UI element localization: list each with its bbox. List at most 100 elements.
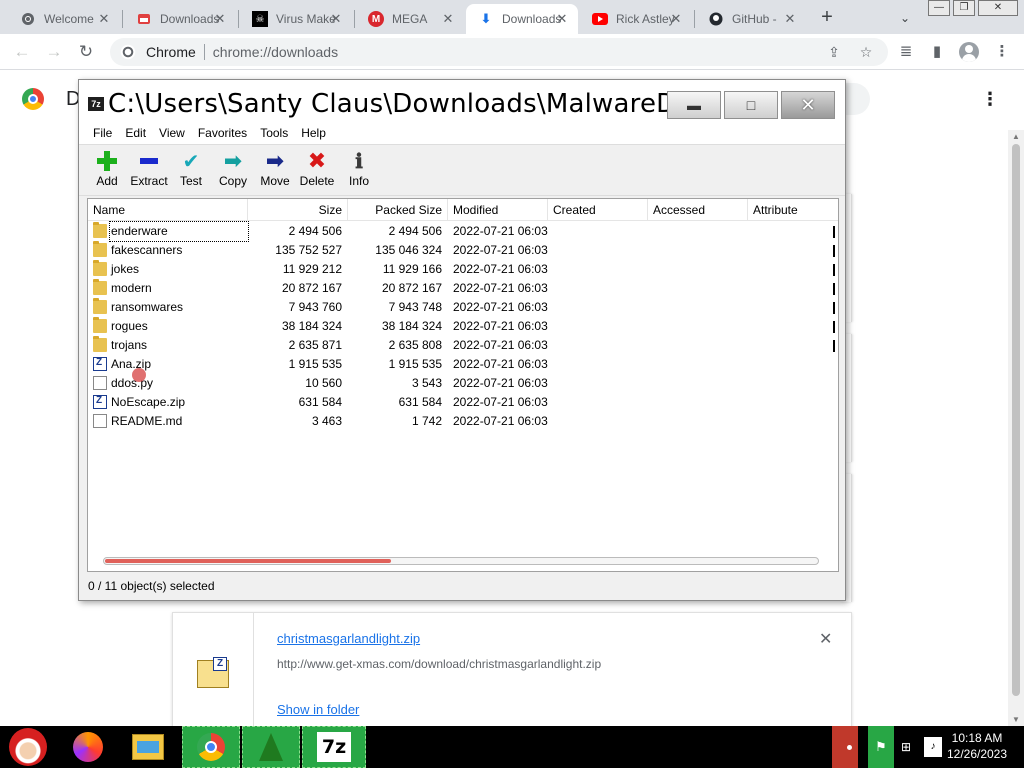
tab-search-chevron-icon[interactable]: ⌄: [893, 6, 917, 30]
table-row[interactable]: ransomwares 7 943 760 7 943 748 2022-07-21 …: [88, 298, 838, 317]
system-clock[interactable]: 10:18 AM 12/26/2023: [946, 730, 1008, 762]
table-row[interactable]: modern 20 872 167 20 872 167 2022-07-21 06:…: [88, 279, 838, 298]
reload-icon[interactable]: ↻: [74, 40, 98, 64]
start-button[interactable]: [4, 726, 52, 768]
table-row[interactable]: NoEscape.zip 631 584 631 584 2022-07-21 06:…: [88, 393, 838, 412]
back-arrow-icon[interactable]: ←: [10, 40, 34, 64]
add-button[interactable]: Add: [85, 149, 129, 193]
test-check-icon: ✔: [182, 150, 200, 173]
tab-close-icon[interactable]: ✕: [668, 11, 684, 27]
move-button[interactable]: ➡ Move: [253, 148, 297, 193]
folder-icon: [93, 260, 107, 276]
copy-button[interactable]: ➡ Copy: [211, 148, 255, 193]
tab-close-icon[interactable]: ✕: [328, 11, 344, 27]
tab-welcome[interactable]: Welcome ✕: [8, 4, 120, 34]
show-in-folder-link[interactable]: Show in folder: [277, 702, 359, 717]
github-icon: [708, 11, 724, 27]
horizontal-scrollbar[interactable]: [103, 557, 819, 565]
tab-label: Virus Maker: [276, 12, 336, 26]
menu-tools[interactable]: Tools: [260, 126, 288, 140]
table-row[interactable]: jokes 11 929 212 11 929 166 2022-07-21 06:0…: [88, 260, 838, 279]
taskbar-file-explorer[interactable]: [122, 726, 174, 768]
column-size[interactable]: Size: [248, 199, 348, 221]
table-row[interactable]: rogues 38 184 324 38 184 324 2022-07-21 06:…: [88, 317, 838, 336]
extract-button[interactable]: Extract: [127, 149, 171, 193]
taskbar-firefox[interactable]: [62, 726, 114, 768]
status-bar: 0 / 11 object(s) selected: [88, 579, 215, 593]
table-row[interactable]: fakescanners 135 752 527 135 046 324 2022-0…: [88, 241, 838, 260]
close-button[interactable]: ✕: [781, 91, 835, 119]
file-explorer-icon: [132, 734, 164, 760]
tab-github[interactable]: GitHub - ✕: [696, 4, 806, 34]
tab-close-icon[interactable]: ✕: [554, 11, 570, 27]
tab-rick-astley[interactable]: Rick Astley ✕: [580, 4, 692, 34]
tab-close-icon[interactable]: ✕: [782, 11, 798, 27]
tab-virus-maker[interactable]: ☠ Virus Maker ✕: [240, 4, 352, 34]
column-created[interactable]: Created: [548, 199, 648, 221]
menu-help[interactable]: Help: [301, 126, 326, 140]
santa-icon: [9, 728, 47, 766]
attribute-cell: [833, 340, 835, 352]
tab-downloads-1[interactable]: Downloads ✕: [124, 4, 236, 34]
table-row[interactable]: enderware 2 494 506 2 494 506 2022-07-21 06…: [88, 221, 838, 242]
download-item: Z christmasgarlandlight.zip http://www.g…: [172, 612, 852, 733]
downloads-menu-icon[interactable]: ⋮: [980, 87, 1000, 111]
menu-kebab-icon[interactable]: ⋮: [992, 42, 1012, 62]
taskbar-chrome[interactable]: [182, 726, 240, 768]
info-button[interactable]: ℹ Info: [337, 149, 381, 193]
media-control-icon[interactable]: ≣: [896, 42, 916, 62]
tray-network-icon[interactable]: ⊞: [896, 726, 916, 768]
menu-view[interactable]: View: [159, 126, 185, 140]
tab-close-icon[interactable]: ✕: [212, 11, 228, 27]
menu-edit[interactable]: Edit: [125, 126, 146, 140]
tray-red-indicator[interactable]: [832, 726, 858, 768]
column-name[interactable]: Name: [88, 199, 248, 221]
table-row[interactable]: README.md 3 463 1 742 2022-07-21 06:03: [88, 412, 838, 431]
address-bar[interactable]: Chrome chrome://downloads ⇪ ☆: [110, 38, 888, 66]
share-icon[interactable]: ⇪: [824, 42, 844, 62]
taskbar-7zip[interactable]: 7z: [302, 726, 366, 768]
delete-button[interactable]: ✖ Delete: [295, 148, 339, 193]
tab-mega[interactable]: M MEGA ✕: [356, 4, 464, 34]
column-packed-size[interactable]: Packed Size: [348, 199, 448, 221]
tab-close-icon[interactable]: ✕: [96, 11, 112, 27]
bookmark-star-icon[interactable]: ☆: [856, 42, 876, 62]
profile-avatar-icon[interactable]: [959, 42, 979, 62]
taskbar-christmas-tree[interactable]: [242, 726, 300, 768]
scrollbar-thumb[interactable]: [105, 559, 391, 563]
folder-icon: [93, 298, 107, 314]
copy-arrow-icon: ➡: [223, 148, 243, 173]
page-scrollbar[interactable]: ▲ ▼: [1008, 130, 1024, 726]
window-restore-icon[interactable]: ❐: [953, 0, 975, 16]
7zip-app-icon: 7z: [88, 97, 104, 111]
column-modified[interactable]: Modified: [448, 199, 548, 221]
file-icon: [93, 414, 107, 428]
address-url[interactable]: chrome://downloads: [213, 44, 338, 60]
window-close-icon[interactable]: ✕: [978, 0, 1018, 16]
table-row[interactable]: ddos.py 10 560 3 543 2022-07-21 06:03: [88, 374, 838, 393]
clock-time: 10:18 AM: [951, 731, 1003, 745]
new-tab-icon[interactable]: +: [815, 6, 839, 30]
column-accessed[interactable]: Accessed: [648, 199, 748, 221]
tray-volume-icon[interactable]: ♪: [922, 726, 944, 768]
download-file-link[interactable]: christmasgarlandlight.zip: [277, 631, 420, 646]
table-row[interactable]: trojans 2 635 871 2 635 808 2022-07-21 06:0…: [88, 336, 838, 355]
side-panel-icon[interactable]: ▮: [927, 42, 947, 62]
tab-downloads-active[interactable]: ⬇ Downloads ✕: [466, 4, 578, 34]
menu-favorites[interactable]: Favorites: [198, 126, 247, 140]
7zip-title-bar[interactable]: 7z C:\Users\Santy Claus\Downloads\Malwar…: [79, 80, 845, 122]
remove-download-icon[interactable]: ✕: [819, 629, 832, 649]
menu-file[interactable]: File: [93, 126, 112, 140]
column-attribute[interactable]: Attribute: [748, 199, 838, 221]
file-size: 10 560: [305, 376, 342, 390]
minimize-button[interactable]: ▬: [667, 91, 721, 119]
file-list[interactable]: Name Size Packed Size Modified Created A…: [87, 198, 839, 572]
file-name: modern: [111, 281, 152, 295]
tab-close-icon[interactable]: ✕: [440, 11, 456, 27]
tray-flag-icon[interactable]: ⚑: [868, 726, 894, 768]
forward-arrow-icon[interactable]: →: [42, 40, 66, 64]
test-button[interactable]: ✔ Test: [169, 149, 213, 193]
table-row[interactable]: Ana.zip 1 915 535 1 915 535 2022-07-21 06:0…: [88, 355, 838, 374]
maximize-button[interactable]: □: [724, 91, 778, 119]
window-minimize-icon[interactable]: —: [928, 0, 950, 16]
